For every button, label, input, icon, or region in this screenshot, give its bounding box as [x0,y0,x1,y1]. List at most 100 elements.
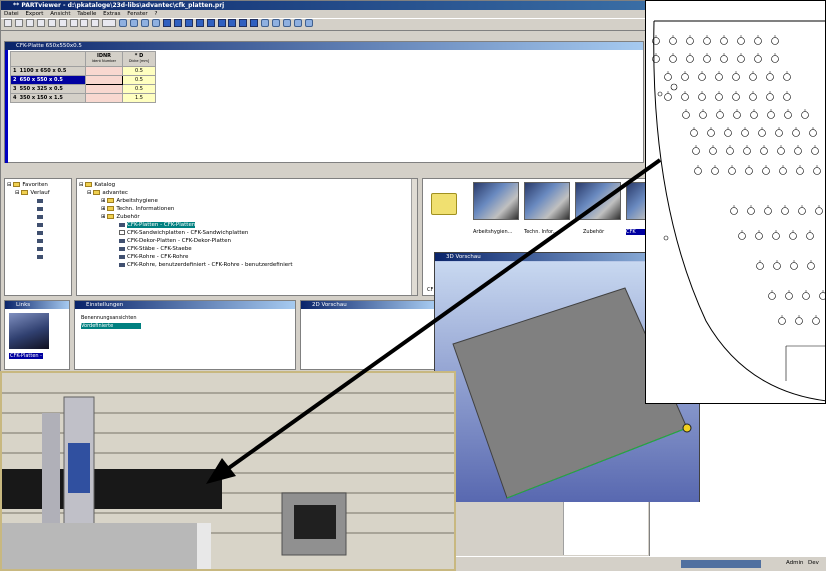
tree-node-katalog[interactable]: ⊟ Katalog [79,181,415,189]
thumbnail-arbeitshygiene[interactable] [473,182,519,220]
table-row[interactable]: 3 550 x 325 x 0.5 0.5 [10,84,156,94]
drill-hole [715,93,723,101]
tree-node-techn-informationen[interactable]: ⊞ Techn. Informationen [79,205,415,213]
tree-node-cfk-rohre-benutzerdefiniert[interactable]: CFK-Rohre, benutzerdefiniert - CFK-Rohre… [79,261,415,269]
tree-node-cfk-dekor-platten[interactable]: CFK-Dekor-Platten - CFK-Dekor-Platten [79,237,415,245]
drill-hole [732,73,740,81]
view-front-icon[interactable] [119,19,128,27]
col-d-sub: Dicke [mm] [128,59,150,63]
cube-icon[interactable] [47,19,56,27]
d-cell[interactable]: 1.5 [122,93,156,103]
drilling-pattern-drawing [652,20,826,402]
zoom-in-icon[interactable] [283,19,292,27]
preview-2d-pane: 2D Vorschau [300,300,435,370]
tree-node-favoriten[interactable]: ⊟ Favoriten [7,181,69,189]
iso2-icon[interactable] [195,19,204,27]
tree-scrollbar[interactable] [411,179,417,295]
wire-icon[interactable] [173,19,182,27]
view-left-icon[interactable] [141,19,150,27]
rotate-icon[interactable] [261,19,270,27]
thumbnail-techn-informationen[interactable] [524,182,570,220]
drill-hole [778,317,786,325]
tree-node-advantec[interactable]: ⊟ advantec [79,189,415,197]
drill-hole [777,147,785,155]
part-icon[interactable] [37,206,43,211]
print-icon[interactable] [58,19,67,27]
table-row-selected[interactable]: 2 650 x 550 x 0.5 0.5 [10,75,156,85]
table-row[interactable]: 1 1100 x 650 x 0.5 0.5 [10,66,156,76]
iso3-icon[interactable] [206,19,215,27]
menu-datei[interactable]: Datei [4,11,19,17]
view-back-icon[interactable] [130,19,139,27]
part-icon[interactable] [37,230,43,235]
settings-pane-title: Einstellungen [75,301,295,309]
iso4-icon[interactable] [217,19,226,27]
iso1-icon[interactable] [184,19,193,27]
iso6-icon[interactable] [239,19,248,27]
iso5-icon[interactable] [228,19,237,27]
binoculars-icon[interactable] [4,19,12,27]
drill-hole [794,147,802,155]
folder-up-icon[interactable] [431,193,457,215]
shade-icon[interactable] [162,19,171,27]
drill-hole [807,262,815,270]
part-icon [119,222,125,227]
tree-node-cfk-sandwichplatten[interactable]: CFK-Sandwichplatten - CFK-Sandwichplatte… [79,229,415,237]
tree-node-zubehor[interactable]: ⊞ Zubehör [79,213,415,221]
row-number: 1 [13,68,17,74]
settings-pane: Einstellungen Benennungsansichten Vordef… [74,300,296,370]
drill-hole [755,232,763,240]
tree-node-arbeitshygiene[interactable]: ⊞ Arbeitshygiene [79,197,415,205]
part-icon[interactable] [37,222,43,227]
view-right-icon[interactable] [151,19,160,27]
drill-hole [737,37,745,45]
tree-node-cfk-platten[interactable]: CFK-Platten - CFK-Platten [79,221,415,229]
export-dropdown-icon[interactable] [102,19,117,27]
zoom-out-icon[interactable] [293,19,302,27]
menu-tabelle[interactable]: Tabelle [77,11,96,17]
thumbnail-zubehor[interactable] [575,182,621,220]
idnr-cell[interactable] [85,93,123,103]
tree-node-verlauf[interactable]: ⊟ Verlauf [7,189,69,197]
tree-label: Techn. Informationen [116,206,175,212]
tree-node-cfk-staebe[interactable]: CFK-Stäbe - CFK-Staebe [79,245,415,253]
part-icon[interactable] [37,198,43,203]
grid-icon[interactable] [36,19,45,27]
links-pane-title: Links [5,301,69,309]
menu-export[interactable]: Export [25,11,43,17]
part-icon[interactable] [37,254,43,259]
part-icon[interactable] [37,214,43,219]
d-cell[interactable]: 0.5 [122,84,156,94]
drill-hole [681,93,689,101]
layout-icon[interactable] [91,19,100,27]
link-caption[interactable]: CFK-Platten - [9,353,43,359]
link-thumbnail[interactable] [9,313,49,349]
drill-hole [703,55,711,63]
d-cell[interactable]: 0.5 [122,66,156,76]
window-icon[interactable] [69,19,78,27]
zoom-fit-icon[interactable] [304,19,313,27]
chart-icon[interactable] [80,19,89,27]
tree-node-cfk-rohre[interactable]: CFK-Rohre - CFK-Rohre [79,253,415,261]
idnr-cell[interactable] [85,75,123,85]
drill-hole [756,262,764,270]
settings-item-vordefinierte[interactable]: Vordefinierte [81,323,141,329]
menu-ansicht[interactable]: Ansicht [50,11,70,17]
idnr-cell[interactable] [85,66,123,76]
table-icon[interactable] [25,19,34,27]
drill-hole [733,111,741,119]
drill-hole [707,129,715,137]
d-cell[interactable]: 0.5 [122,75,156,85]
drill-hole [720,55,728,63]
menu-extras[interactable]: Extras [103,11,120,17]
open-icon[interactable] [14,19,23,27]
table-row[interactable]: 4 350 x 150 x 1.5 1.5 [10,93,156,103]
drill-hole [715,73,723,81]
pan-icon[interactable] [272,19,281,27]
iso7-icon[interactable] [250,19,259,27]
part-icon[interactable] [37,238,43,243]
part-icon[interactable] [37,246,43,251]
idnr-cell[interactable] [85,84,123,94]
menu-fenster[interactable]: Fenster [127,11,147,17]
menu-help[interactable]: ? [154,11,157,17]
